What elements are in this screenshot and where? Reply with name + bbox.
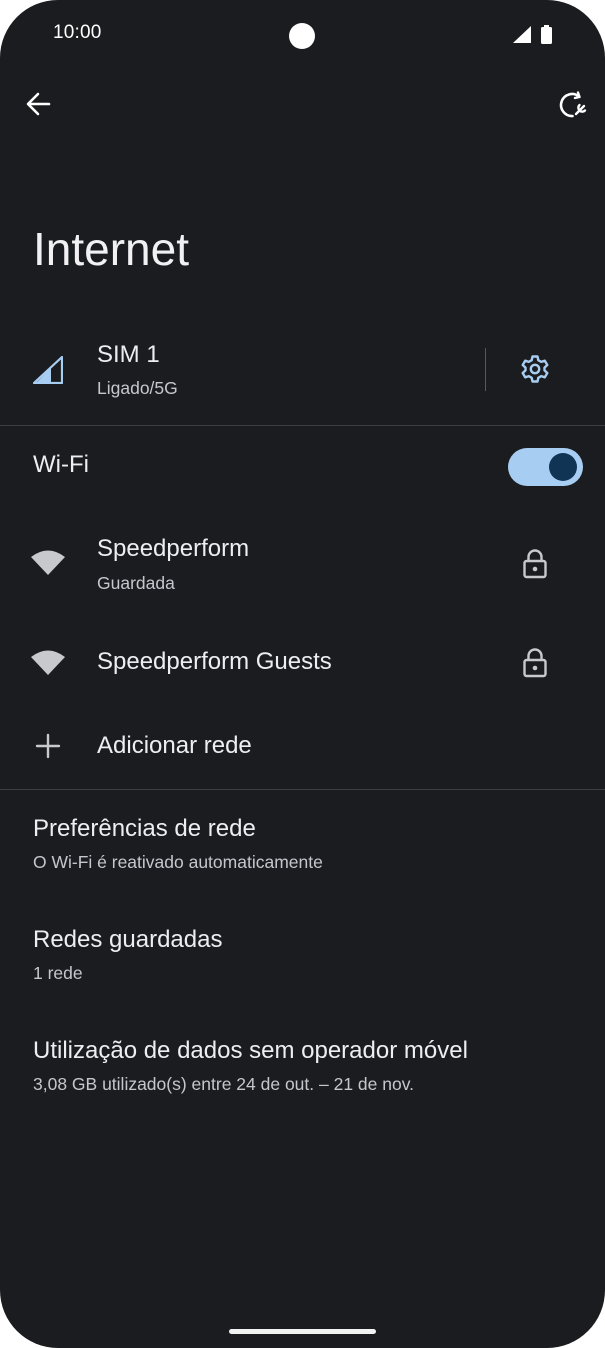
wifi-icon	[31, 549, 65, 580]
signal-icon	[513, 26, 531, 48]
cell-signal-icon	[32, 355, 64, 389]
setting-subtitle: 3,08 GB utilizado(s) entre 24 de out. – …	[33, 1074, 415, 1094]
network-reset-icon	[557, 90, 587, 125]
front-camera	[289, 23, 315, 49]
setting-title: Redes guardadas	[33, 926, 223, 953]
section-divider	[0, 789, 605, 790]
plus-icon	[35, 733, 61, 764]
wifi-label: Wi-Fi	[33, 451, 89, 478]
add-network-button[interactable]	[0, 710, 605, 785]
lock-icon	[522, 549, 548, 584]
sim-title: SIM 1	[97, 341, 160, 368]
lock-icon	[522, 648, 548, 683]
non-carrier-data-usage-item[interactable]: Utilização de dados sem operador móvel 3…	[33, 1037, 468, 1095]
saved-networks-item[interactable]: Redes guardadas 1 rede	[33, 926, 222, 984]
page-title: Internet	[33, 223, 189, 275]
network-name: Speedperform Guests	[97, 648, 332, 675]
wifi-icon	[31, 649, 65, 680]
status-time: 10:00	[53, 22, 102, 43]
network-name: Speedperform	[97, 535, 250, 562]
add-network-label: Adicionar rede	[97, 732, 252, 759]
network-status: Guardada	[97, 573, 175, 593]
vertical-divider	[485, 348, 486, 391]
phone-screen: 10:00 Internet SIM 1 Ligado/5G Wi-Fi Spe…	[0, 0, 605, 1348]
network-item[interactable]	[0, 515, 605, 610]
battery-icon	[541, 25, 552, 49]
setting-title: Preferências de rede	[33, 815, 256, 842]
sim-settings-button[interactable]	[515, 351, 555, 391]
arrow-back-icon	[25, 91, 51, 122]
section-divider	[0, 425, 605, 426]
wifi-toggle[interactable]	[508, 448, 583, 486]
toggle-knob	[549, 453, 577, 481]
gear-icon	[520, 354, 550, 389]
network-reset-button[interactable]	[553, 88, 591, 126]
setting-subtitle: 1 rede	[33, 963, 83, 983]
setting-title: Utilização de dados sem operador móvel	[33, 1037, 468, 1064]
setting-subtitle: O Wi-Fi é reativado automaticamente	[33, 852, 323, 872]
home-gesture-bar[interactable]	[229, 1329, 376, 1334]
network-preferences-item[interactable]: Preferências de rede O Wi-Fi é reativado…	[33, 815, 323, 873]
sim-subtitle: Ligado/5G	[97, 378, 178, 398]
back-button[interactable]	[20, 88, 56, 124]
